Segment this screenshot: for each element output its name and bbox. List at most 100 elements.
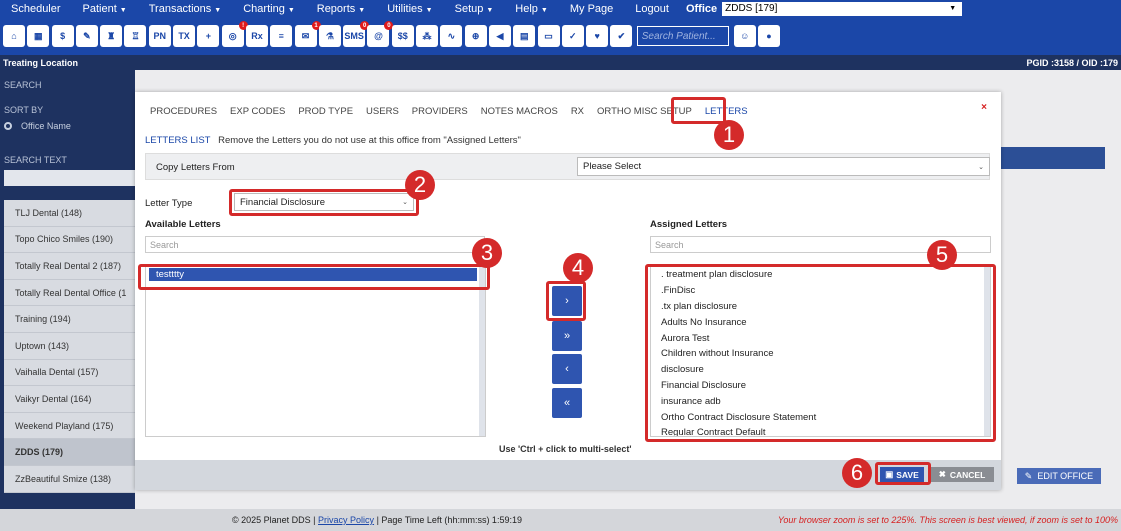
move-left-button[interactable]: ‹ bbox=[552, 354, 582, 384]
edit-icon-glyph: ✎ bbox=[83, 30, 91, 41]
pencil-icon: ✎ bbox=[1024, 470, 1033, 481]
analytics-icon[interactable]: ∿ bbox=[440, 25, 463, 47]
privacy-link[interactable]: Privacy Policy bbox=[318, 515, 374, 525]
marketing-icon[interactable]: ◀ bbox=[488, 25, 511, 47]
sidebar-office-item[interactable]: Training (194) bbox=[4, 306, 135, 333]
patient-search-icon[interactable]: ☺ bbox=[733, 25, 756, 47]
nav-item-label: Setup bbox=[454, 2, 484, 15]
nav-item-my-page[interactable]: My Page bbox=[559, 3, 624, 15]
network-icon[interactable]: ⁂ bbox=[416, 25, 439, 47]
tab-prod-type[interactable]: PROD TYPE bbox=[298, 106, 353, 121]
sidebar-office-item[interactable]: Topo Chico Smiles (190) bbox=[4, 226, 135, 254]
sms-icon[interactable]: SMS 0 bbox=[343, 21, 370, 47]
office-label: Office bbox=[685, 2, 718, 15]
calendar-icon-glyph: ▦ bbox=[34, 30, 43, 41]
nav-item-setup[interactable]: Setup ▼ bbox=[444, 3, 505, 15]
letters-hint: LETTERS LIST Remove the Letters you do n… bbox=[145, 135, 521, 146]
annotation-number: 1 bbox=[714, 120, 744, 150]
nav-item-utilities[interactable]: Utilities ▼ bbox=[376, 3, 443, 15]
chevron-down-icon: ▼ bbox=[119, 6, 127, 14]
check-mail-icon-glyph: ✔ bbox=[617, 30, 626, 41]
toolbar: ⌂ ▦ $ ✎ ♜ ♖ PN TX + ◎! Rx ≡ ✉ 1 ⚗ SMS 0 @0 $$ ⁂ ∿ ⊕ ◀ ▤ ▭ ✓ ♥ ✔ Sear… bbox=[0, 17, 1121, 55]
tx-icon[interactable]: TX bbox=[173, 25, 196, 47]
online-icon[interactable]: @0 bbox=[367, 21, 394, 47]
sidebar-office-item[interactable]: ZzBeautiful Smize (138) bbox=[4, 465, 135, 493]
annotation-box-letters-tab bbox=[671, 97, 726, 124]
sidebar-office-item[interactable]: Vaihalla Dental (157) bbox=[4, 359, 135, 387]
copy-from-select[interactable]: Please Select ⌄ bbox=[577, 157, 990, 176]
location-title: Treating Location bbox=[3, 57, 79, 68]
dollar-icon[interactable]: $ bbox=[51, 25, 74, 47]
nav-item-logout[interactable]: Logout bbox=[624, 3, 680, 15]
office-select[interactable]: ZDDS [179] ▼ bbox=[722, 1, 963, 16]
tooth-icon[interactable]: ♜ bbox=[100, 25, 123, 47]
nav-item-help[interactable]: Help ▼ bbox=[504, 3, 559, 15]
available-search-input[interactable]: Search bbox=[145, 236, 485, 253]
document-icon[interactable]: ▭ bbox=[537, 25, 560, 47]
close-icon[interactable]: × bbox=[981, 102, 987, 113]
sidebar-search-input[interactable] bbox=[4, 170, 135, 186]
radio-icon[interactable] bbox=[4, 122, 12, 130]
nav-item-label: Logout bbox=[635, 2, 669, 15]
close-icon: ✖ bbox=[938, 469, 946, 479]
patient-search-icon-glyph: ☺ bbox=[740, 31, 750, 41]
top-nav: Scheduler Patient ▼ Transactions ▼ Charting ▼ R… bbox=[0, 0, 1121, 17]
scrollbar[interactable] bbox=[479, 265, 485, 436]
shield-icon[interactable]: ♥ bbox=[586, 25, 609, 47]
annotation-box-letter-type bbox=[229, 189, 419, 216]
tab-providers[interactable]: PROVIDERS bbox=[412, 106, 468, 121]
tab-users[interactable]: USERS bbox=[366, 106, 399, 121]
tooth-icon-glyph: ♜ bbox=[107, 30, 116, 41]
sidebar-office-item[interactable]: Uptown (143) bbox=[4, 332, 135, 360]
move-all-left-button[interactable]: « bbox=[552, 388, 582, 418]
modal-tabs: PROCEDURES EXP CODES PROD TYPE USERS PROVIDE… bbox=[150, 106, 761, 121]
sidebar-office-item[interactable]: Totally Real Dental 2 (187) bbox=[4, 253, 135, 280]
nav-item-label: Reports bbox=[316, 2, 356, 15]
nav-item-transactions[interactable]: Transactions ▼ bbox=[138, 3, 233, 15]
sort-option-label: Office Name bbox=[21, 121, 71, 131]
verify-icon[interactable]: ✓ bbox=[561, 25, 584, 47]
messages-icon[interactable]: ✉ 1 bbox=[294, 21, 321, 47]
shield-icon-glyph: ♥ bbox=[594, 31, 600, 41]
patient-search-input[interactable]: Search Patient... bbox=[636, 26, 729, 46]
lab-icon[interactable]: ⚗ bbox=[318, 25, 341, 47]
calendar-icon[interactable]: ▦ bbox=[27, 25, 50, 47]
edit-office-button[interactable]: ✎ EDIT OFFICE bbox=[1017, 468, 1101, 484]
sidebar-office-item[interactable]: TLJ Dental (148) bbox=[4, 200, 135, 227]
nav-item-charting[interactable]: Charting ▼ bbox=[232, 3, 306, 15]
pn-icon[interactable]: PN bbox=[148, 25, 171, 47]
nav-item-label: Charting bbox=[243, 2, 285, 15]
tab-rx[interactable]: RX bbox=[571, 106, 584, 121]
assigned-letters-label: Assigned Letters bbox=[650, 219, 728, 230]
sidebar-office-item[interactable]: Vaikyr Dental (164) bbox=[4, 386, 135, 413]
sidebar-office-item[interactable]: Totally Real Dental Office (1 bbox=[4, 279, 135, 307]
chevron-down-icon: ⌄ bbox=[978, 163, 984, 171]
payments-icon[interactable]: $$ bbox=[391, 25, 414, 47]
globe-icon[interactable]: ◎! bbox=[221, 21, 248, 47]
sidebar-office-item[interactable]: ZDDS (179) bbox=[4, 439, 135, 466]
annotation-number: 2 bbox=[405, 170, 435, 200]
check-mail-icon[interactable]: ✔ bbox=[610, 25, 633, 47]
rx-icon[interactable]: Rx bbox=[245, 25, 268, 47]
nav-item-scheduler[interactable]: Scheduler bbox=[0, 3, 72, 15]
home-icon[interactable]: ⌂ bbox=[3, 25, 25, 47]
move-all-right-button[interactable]: » bbox=[552, 321, 582, 351]
tooth-chart-icon[interactable]: ♖ bbox=[124, 25, 147, 47]
print-icon[interactable]: ▤ bbox=[513, 25, 536, 47]
nav-item-patient[interactable]: Patient ▼ bbox=[72, 3, 138, 15]
sidebar-office-item[interactable]: Weekend Playland (175) bbox=[4, 412, 135, 440]
tab-exp-codes[interactable]: EXP CODES bbox=[230, 106, 285, 121]
print-icon-glyph: ▤ bbox=[519, 30, 529, 41]
notes-icon[interactable]: ≡ bbox=[270, 25, 293, 47]
support-icon[interactable]: ⊕ bbox=[464, 25, 487, 47]
edit-icon[interactable]: ✎ bbox=[75, 25, 98, 47]
tab-notes-macros[interactable]: NOTES MACROS bbox=[481, 106, 558, 121]
cancel-button[interactable]: ✖ CANCEL bbox=[930, 467, 994, 482]
patient-lookup-icon[interactable]: ● bbox=[758, 25, 781, 47]
letters-list-label: LETTERS LIST bbox=[145, 135, 211, 146]
tab-procedures[interactable]: PROCEDURES bbox=[150, 106, 217, 121]
sort-option[interactable]: Office Name bbox=[4, 121, 71, 131]
nav-item-reports[interactable]: Reports ▼ bbox=[306, 3, 376, 15]
add-person-icon[interactable]: + bbox=[197, 25, 220, 47]
sidebar-sort-label: SORT BY bbox=[4, 105, 44, 115]
